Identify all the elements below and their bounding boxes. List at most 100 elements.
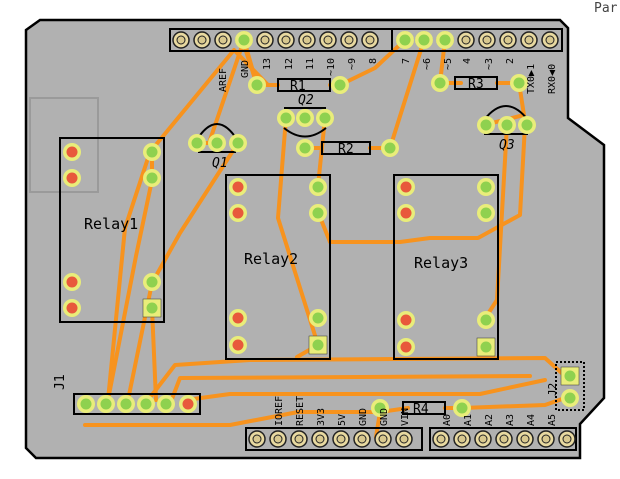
bottom-header-label: A0 <box>442 414 453 426</box>
bottom-header-label: A3 <box>505 414 516 426</box>
top-header-label: RX0◀0 <box>547 64 558 94</box>
pad-green <box>415 31 433 49</box>
header-pin <box>453 430 471 448</box>
r4-label: R4 <box>413 402 429 417</box>
top-header-label: 8 <box>368 58 379 64</box>
pad-green <box>316 109 334 127</box>
pad-green <box>157 395 175 413</box>
header-pin <box>537 430 555 448</box>
bottom-header-label: 3V3 <box>316 408 327 426</box>
pad-green <box>309 309 327 327</box>
pad-red <box>397 204 415 222</box>
pad-red <box>397 338 415 356</box>
header-pin <box>248 430 266 448</box>
pad-green <box>498 116 516 134</box>
pad-green <box>143 273 161 291</box>
pad-green <box>431 74 449 92</box>
pad-red <box>63 273 81 291</box>
q1-label: Q1 <box>212 156 228 171</box>
header-pin <box>499 31 517 49</box>
pcb-layout-canvas: Par AREF GND 13 12 11 ~10 ~9 8 7 ~6 ~5 4… <box>0 0 620 475</box>
pad-green <box>331 76 349 94</box>
top-header-label: ~5 <box>443 58 454 70</box>
pad-red <box>397 311 415 329</box>
r1-label: R1 <box>290 79 306 94</box>
pad-red <box>63 299 81 317</box>
header-pin <box>474 430 492 448</box>
pad-green <box>561 389 579 407</box>
header-pin <box>214 31 232 49</box>
header-pin <box>395 430 413 448</box>
pad-green <box>142 298 162 318</box>
top-header-label: GND <box>240 60 251 78</box>
header-pin <box>256 31 274 49</box>
pad-green <box>97 395 115 413</box>
header-pin <box>516 430 534 448</box>
header-pin <box>290 430 308 448</box>
header-pin <box>172 31 190 49</box>
header-pin <box>520 31 538 49</box>
bottom-header-label: GND <box>358 408 369 426</box>
pad-green <box>477 178 495 196</box>
r2-label: R2 <box>338 142 354 157</box>
bottom-header-label: A4 <box>526 414 537 426</box>
q2-label: Q2 <box>298 93 314 108</box>
top-header-label: AREF <box>218 68 229 92</box>
header-pin <box>374 430 392 448</box>
pad-red <box>229 204 247 222</box>
pad-green <box>296 109 314 127</box>
header-pin <box>457 31 475 49</box>
relay1-label: Relay1 <box>84 215 138 233</box>
header-pin <box>277 31 295 49</box>
pad-green <box>476 337 496 357</box>
bottom-header-label: IOREF <box>274 396 285 426</box>
header-pin <box>541 31 559 49</box>
pad-red <box>229 336 247 354</box>
bottom-header-label: VIN <box>400 408 411 426</box>
bottom-header-label: GND <box>379 408 390 426</box>
header-pin <box>432 430 450 448</box>
pad-green <box>143 169 161 187</box>
header-pin <box>269 430 287 448</box>
top-header-label: ~9 <box>347 58 358 70</box>
pad-green <box>143 143 161 161</box>
pad-green <box>381 139 399 157</box>
pad-red <box>229 178 247 196</box>
pad-red <box>229 309 247 327</box>
pad-red <box>179 395 197 413</box>
header-pin <box>298 31 316 49</box>
pad-green <box>309 178 327 196</box>
bottom-header-label: 5V <box>337 414 348 426</box>
top-header-label: 4 <box>462 58 473 64</box>
header-pin <box>353 430 371 448</box>
header-pin <box>558 430 576 448</box>
bottom-header-label: RESET <box>295 396 306 426</box>
pad-green <box>308 335 328 355</box>
pad-green <box>436 31 454 49</box>
relay2-label: Relay2 <box>244 250 298 268</box>
top-header-label: 2 <box>505 58 516 64</box>
pad-green <box>137 395 155 413</box>
pad-green <box>188 134 206 152</box>
pad-green <box>309 204 327 222</box>
header-pin <box>495 430 513 448</box>
pad-red <box>63 143 81 161</box>
pad-green <box>477 116 495 134</box>
pad-red <box>63 169 81 187</box>
top-header-label: 11 <box>305 58 316 70</box>
top-header-label: ~3 <box>484 58 495 70</box>
pad-green <box>518 116 536 134</box>
pad-green <box>277 109 295 127</box>
top-header-label: 13 <box>262 58 273 70</box>
top-header-label: TX0▶1 <box>526 64 537 94</box>
pad-green <box>208 134 226 152</box>
header-pin <box>478 31 496 49</box>
q3-label: Q3 <box>499 138 515 153</box>
top-header-label: ~10 <box>326 58 337 76</box>
top-header-label: 12 <box>284 58 295 70</box>
pad-green <box>235 31 253 49</box>
pad-green <box>396 31 414 49</box>
pcb-board-svg: Par AREF GND 13 12 11 ~10 ~9 8 7 ~6 ~5 4… <box>24 1 618 460</box>
pad-green <box>477 311 495 329</box>
pad-green <box>560 366 580 386</box>
